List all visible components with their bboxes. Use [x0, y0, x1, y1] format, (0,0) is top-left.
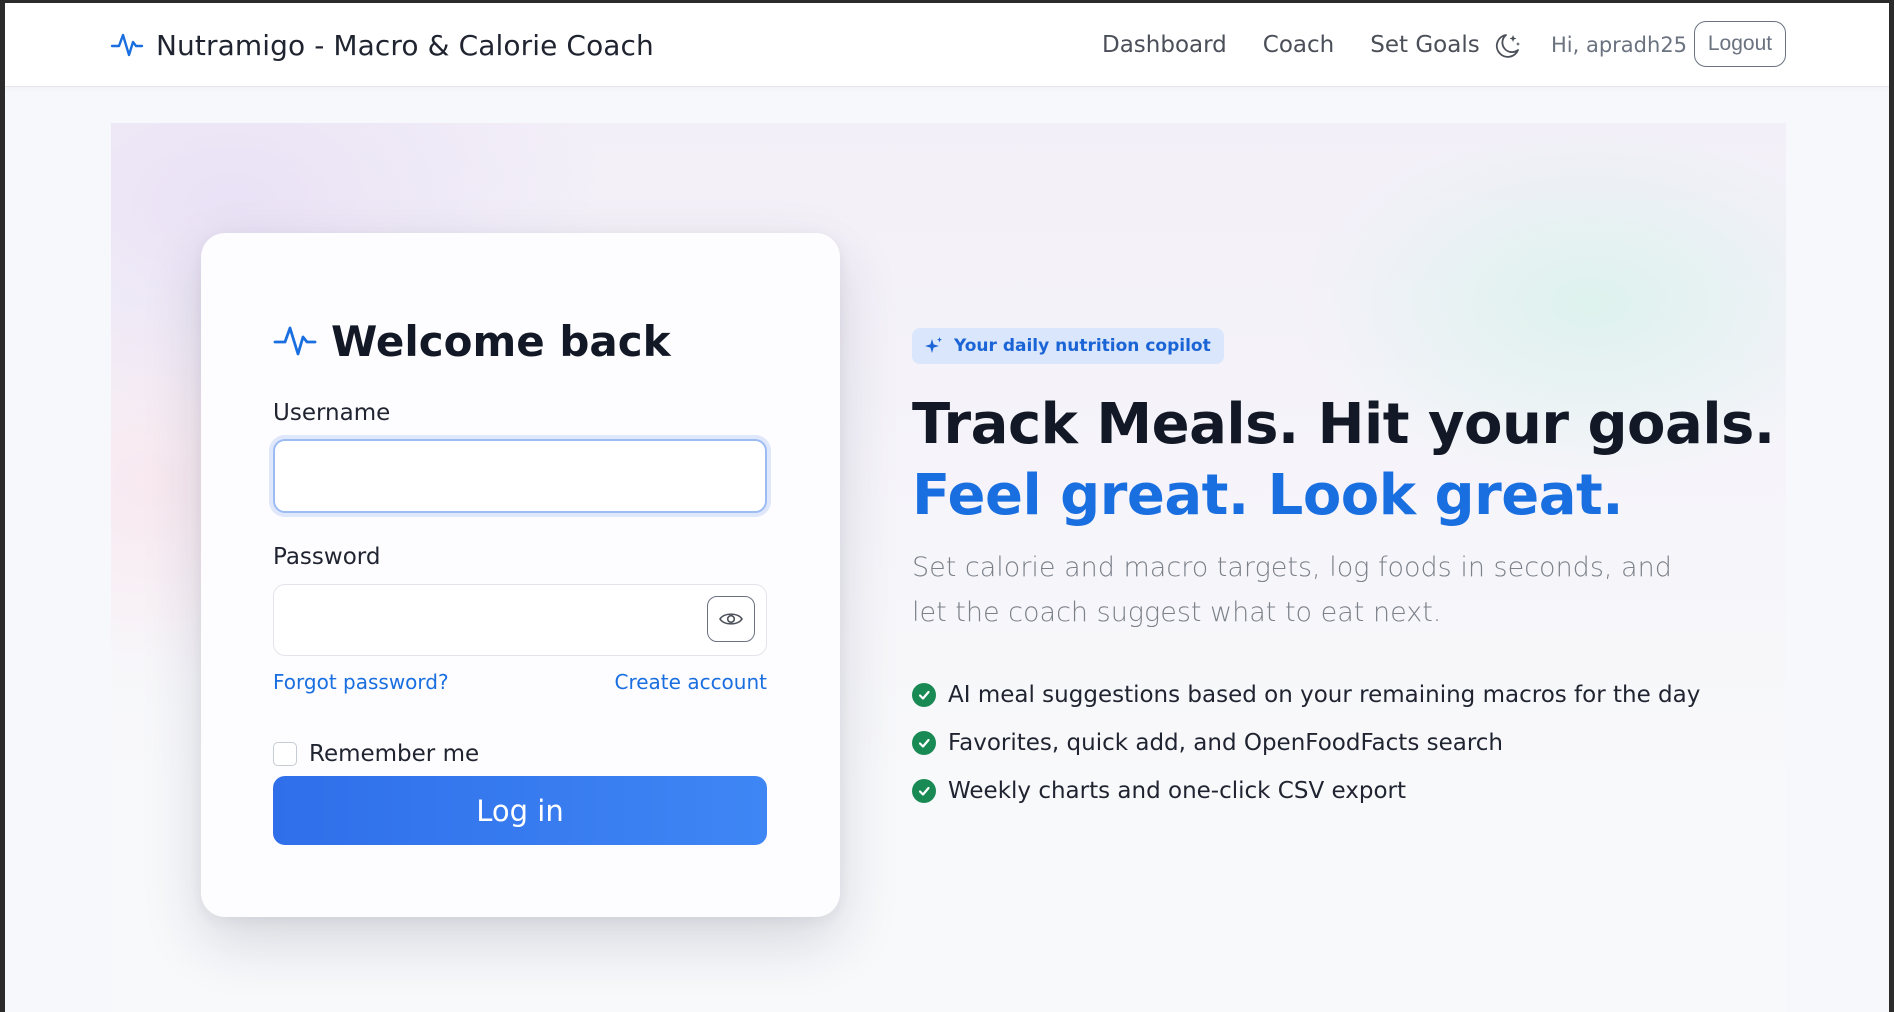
feature-item: AI meal suggestions based on your remain… [912, 671, 1700, 719]
browser-window: Nutramigo - Macro & Calorie Coach Dashbo… [5, 3, 1889, 1012]
show-password-button[interactable] [707, 596, 755, 642]
check-circle-icon [912, 683, 936, 707]
remember-me-label: Remember me [309, 741, 480, 767]
remember-me-checkbox[interactable] [273, 742, 297, 766]
sparkles-icon [925, 337, 942, 353]
nav-links: Dashboard Coach Set Goals [1102, 25, 1516, 65]
nav-link-coach[interactable]: Coach [1263, 32, 1334, 58]
headline-primary: Track Meals. Hit your goals. [912, 392, 1775, 457]
hero-subtitle: Set calorie and macro targets, log foods… [912, 552, 1672, 628]
login-card: Welcome back Username Password Forgot pa… [201, 233, 840, 917]
login-title: Welcome back [273, 313, 671, 369]
tagline-badge: Your daily nutrition copilot [912, 328, 1224, 364]
feature-text: Weekly charts and one-click CSV export [948, 778, 1407, 804]
logout-button[interactable]: Logout [1694, 21, 1786, 67]
check-circle-icon [912, 779, 936, 803]
moon-stars-icon[interactable] [1492, 31, 1522, 61]
headline-accent: Feel great. Look great. [912, 463, 1624, 528]
pulse-icon [110, 33, 144, 57]
login-heading: Welcome back [331, 316, 671, 366]
user-greeting: Hi, apradh25 [1551, 33, 1688, 57]
remember-me[interactable]: Remember me [273, 740, 479, 768]
eye-icon [719, 613, 743, 625]
pulse-icon [273, 326, 317, 356]
username-label: Username [273, 400, 391, 426]
feature-item: Favorites, quick add, and OpenFoodFacts … [912, 719, 1700, 767]
check-circle-icon [912, 731, 936, 755]
password-input[interactable] [273, 584, 767, 656]
top-navbar: Nutramigo - Macro & Calorie Coach Dashbo… [5, 3, 1889, 87]
nav-link-dashboard[interactable]: Dashboard [1102, 32, 1227, 58]
feature-item: Weekly charts and one-click CSV export [912, 767, 1700, 815]
username-input[interactable] [273, 439, 767, 513]
create-account-link[interactable]: Create account [615, 670, 768, 694]
brand-name: Nutramigo - Macro & Calorie Coach [156, 28, 654, 62]
forgot-password-link[interactable]: Forgot password? [273, 670, 449, 694]
feature-text: Favorites, quick add, and OpenFoodFacts … [948, 730, 1504, 756]
password-label: Password [273, 544, 381, 570]
badge-text: Your daily nutrition copilot [954, 336, 1211, 356]
login-button[interactable]: Log in [273, 776, 767, 845]
brand[interactable]: Nutramigo - Macro & Calorie Coach [110, 25, 654, 65]
nav-link-set-goals[interactable]: Set Goals [1370, 32, 1479, 58]
feature-text: AI meal suggestions based on your remain… [948, 682, 1701, 708]
feature-list: AI meal suggestions based on your remain… [912, 671, 1700, 815]
